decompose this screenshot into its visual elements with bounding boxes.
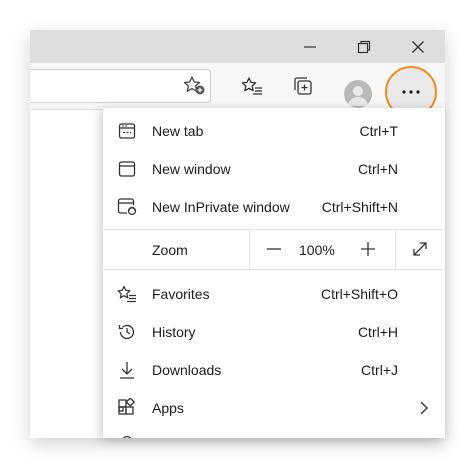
menu-item-shortcut: Ctrl+N — [357, 161, 398, 177]
new-tab-icon — [117, 121, 137, 141]
menu-item-shortcut: Ctrl+Shift+O — [320, 286, 398, 302]
menu-item-label: New window — [152, 161, 231, 177]
minimize-icon — [303, 40, 317, 54]
menu-item-favorites[interactable]: Favorites Ctrl+Shift+O — [103, 275, 445, 313]
favorites-icon — [117, 284, 137, 304]
menu-item-shortcut: Ctrl+T — [359, 123, 399, 139]
menu-item-apps[interactable]: Apps — [103, 389, 445, 427]
menu-item-label: New InPrivate window — [152, 199, 290, 215]
menu-divider — [103, 269, 445, 270]
restore-button[interactable] — [341, 30, 387, 63]
menu-item-label: History — [152, 324, 196, 340]
add-favorite-button[interactable] — [180, 71, 210, 101]
zoom-value: 100% — [299, 242, 335, 258]
download-icon — [117, 360, 137, 380]
zoom-label: Zoom — [152, 242, 188, 258]
chevron-right-icon — [419, 400, 429, 416]
menu-item-label: Downloads — [152, 362, 222, 378]
zoom-row: Zoom 100% — [103, 229, 445, 269]
title-bar — [30, 30, 445, 63]
expand-icon — [411, 240, 429, 258]
apps-icon — [117, 398, 137, 418]
new-window-icon — [117, 159, 137, 179]
menu-item-label: New tab — [152, 123, 204, 139]
zoom-in-button[interactable] — [354, 235, 382, 263]
menu-item-shortcut: Ctrl+Shift+N — [321, 199, 398, 215]
history-icon — [117, 322, 137, 342]
inprivate-icon — [117, 197, 137, 217]
close-button[interactable] — [395, 30, 441, 63]
settings-menu: New tab Ctrl+T New window Ctrl+N New InP… — [103, 108, 445, 438]
full-screen-button[interactable] — [406, 235, 434, 263]
menu-item-shortcut: Ctrl+H — [357, 324, 398, 340]
restore-icon — [357, 40, 371, 54]
add-favorite-icon — [183, 75, 207, 97]
minus-icon — [265, 240, 283, 258]
plus-icon — [359, 240, 377, 258]
zoom-divider — [249, 229, 250, 269]
close-icon — [411, 40, 425, 54]
menu-item-downloads[interactable]: Downloads Ctrl+J — [103, 351, 445, 389]
menu-item-label: Favorites — [152, 286, 210, 302]
menu-item-shortcut: Ctrl+J — [361, 362, 398, 378]
menu-item-new-inprivate-window[interactable]: New InPrivate window Ctrl+Shift+N — [103, 188, 445, 226]
minimize-button[interactable] — [287, 30, 333, 63]
collections-button[interactable] — [288, 71, 318, 101]
favorites-button[interactable] — [237, 71, 267, 101]
menu-item-new-window[interactable]: New window Ctrl+N — [103, 150, 445, 188]
menu-item-history[interactable]: History Ctrl+H — [103, 313, 445, 351]
profile-avatar[interactable] — [344, 80, 372, 108]
favorites-icon — [241, 76, 263, 96]
zoom-out-button[interactable] — [260, 235, 288, 263]
collections-icon — [292, 75, 314, 97]
menu-item-new-tab[interactable]: New tab Ctrl+T — [103, 112, 445, 150]
menu-item-cutoff-icon — [120, 434, 134, 438]
menu-item-label: Apps — [152, 400, 184, 416]
more-options-icon — [401, 89, 421, 95]
zoom-divider — [395, 229, 396, 269]
